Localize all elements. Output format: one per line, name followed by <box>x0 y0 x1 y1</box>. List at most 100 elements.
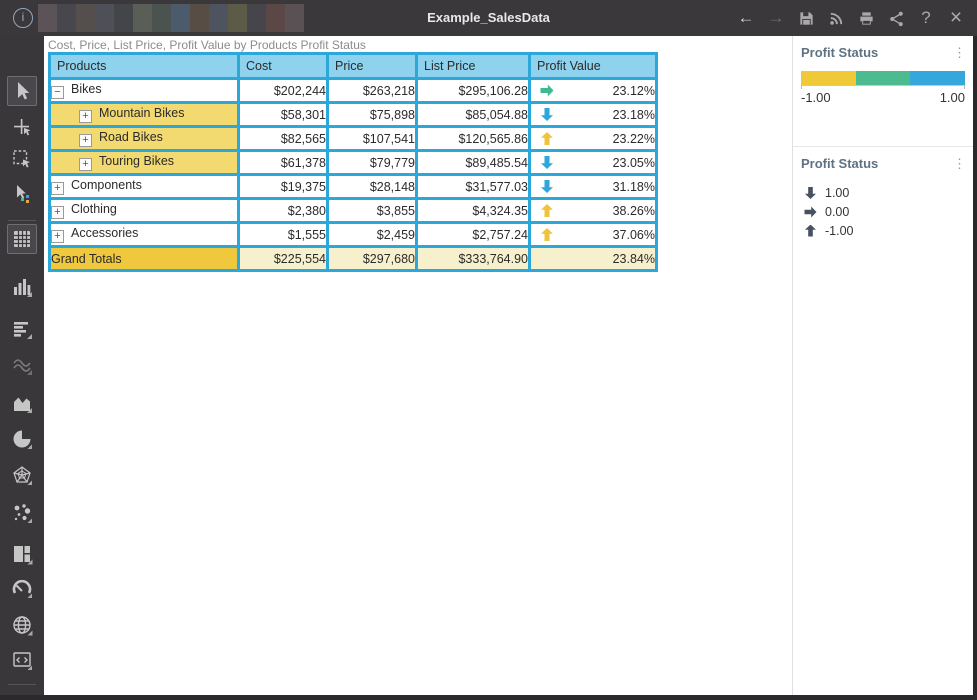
cost-cell[interactable]: $58,301 <box>240 104 326 125</box>
list-price-cell[interactable]: $2,757.24 <box>418 224 528 245</box>
expand-toggle[interactable]: + <box>79 110 92 123</box>
column-header-products[interactable]: Products <box>51 55 237 77</box>
price-cell[interactable]: $28,148 <box>329 176 415 197</box>
expand-toggle[interactable]: + <box>79 158 92 171</box>
row-label: Mountain Bikes <box>99 106 184 120</box>
table-row: +Touring Bikes $61,378 $79,779 $89,485.5… <box>51 152 655 173</box>
row-label-cell[interactable]: Grand Totals <box>51 248 237 269</box>
radar-chart-tool-icon[interactable] <box>7 460 37 490</box>
profit-cell[interactable]: 23.22% <box>531 128 655 149</box>
profit-cell[interactable]: 23.84% <box>531 248 655 269</box>
line-chart-tool-icon[interactable] <box>7 350 37 380</box>
profit-cell[interactable]: 31.18% <box>531 176 655 197</box>
row-label: Road Bikes <box>99 130 163 144</box>
share-button[interactable] <box>881 0 911 36</box>
back-button[interactable]: ← <box>731 0 761 36</box>
table-row: + Accessories $1,555 $2,459 $2,757.24 37.… <box>51 224 655 245</box>
expand-toggle[interactable]: + <box>51 182 64 195</box>
collapse-toggle[interactable]: − <box>51 86 64 99</box>
bar-chart-tool-icon[interactable] <box>7 314 37 344</box>
save-icon <box>798 10 815 27</box>
cost-cell[interactable]: $61,378 <box>240 152 326 173</box>
scatter-chart-tool-icon[interactable] <box>7 498 37 528</box>
help-button[interactable]: ? <box>911 0 941 36</box>
close-button[interactable]: × <box>941 0 971 36</box>
price-cell[interactable]: $75,898 <box>329 104 415 125</box>
ellipsis-menu-icon[interactable] <box>953 46 965 59</box>
profit-arrow-icon <box>541 228 553 241</box>
list-price-cell[interactable]: $295,106.28 <box>418 80 528 101</box>
grand-totals-row: Grand Totals $225,554 $297,680 $333,764.… <box>51 248 655 269</box>
row-label-cell[interactable]: + Clothing <box>51 200 237 221</box>
column-header-price[interactable]: Price <box>329 55 415 77</box>
profit-cell[interactable]: 37.06% <box>531 224 655 245</box>
price-cell[interactable]: $3,855 <box>329 200 415 221</box>
cost-cell[interactable]: $2,380 <box>240 200 326 221</box>
row-label: Accessories <box>71 226 138 240</box>
list-price-cell[interactable]: $4,324.35 <box>418 200 528 221</box>
row-label-cell[interactable]: + Road Bikes <box>51 128 237 149</box>
profit-cell[interactable]: 23.12% <box>531 80 655 101</box>
area-chart-tool-icon[interactable] <box>7 388 37 418</box>
list-price-cell[interactable]: $120,565.86 <box>418 128 528 149</box>
column-chart-tool-icon[interactable] <box>7 272 37 302</box>
cost-cell[interactable]: $82,565 <box>240 128 326 149</box>
gauge-tool-icon[interactable] <box>7 573 37 603</box>
row-label-cell[interactable]: + Accessories <box>51 224 237 245</box>
row-label-cell[interactable]: +Components <box>51 176 237 197</box>
profit-cell[interactable]: 23.05% <box>531 152 655 173</box>
pie-chart-tool-icon[interactable] <box>7 424 37 454</box>
marquee-select-tool-icon[interactable] <box>7 144 37 174</box>
card-title: Profit Status <box>801 156 878 171</box>
save-button[interactable] <box>791 0 821 36</box>
cost-cell[interactable]: $19,375 <box>240 176 326 197</box>
legend-segment-green <box>856 71 911 85</box>
right-arrow-icon <box>805 206 817 217</box>
image-widget-tool-icon[interactable] <box>7 645 37 675</box>
cost-cell[interactable]: $202,244 <box>240 80 326 101</box>
pivot-grid-tool-icon[interactable] <box>7 224 37 254</box>
list-price-cell[interactable]: $85,054.88 <box>418 104 528 125</box>
expand-toggle[interactable]: + <box>51 206 64 219</box>
price-cell[interactable]: $2,459 <box>329 224 415 245</box>
toolbox-sidebar <box>0 36 44 695</box>
column-header-profit-value[interactable]: Profit Value <box>531 55 655 77</box>
row-label: Clothing <box>71 202 117 216</box>
row-label-cell[interactable]: −Bikes <box>51 80 237 101</box>
print-button[interactable] <box>851 0 881 36</box>
ellipsis-menu-icon[interactable] <box>953 157 965 170</box>
legend-panel: Profit Status -1.00 1.00 Profit Status <box>792 36 973 695</box>
list-price-cell[interactable]: $89,485.54 <box>418 152 528 173</box>
price-cell[interactable]: $107,541 <box>329 128 415 149</box>
profit-value: 37.06% <box>613 228 655 242</box>
profit-cell[interactable]: 38.26% <box>531 200 655 221</box>
cost-cell[interactable]: $225,554 <box>240 248 326 269</box>
profit-value: 23.22% <box>613 132 655 146</box>
price-cell[interactable]: $297,680 <box>329 248 415 269</box>
treemap-tool-icon[interactable] <box>7 539 37 569</box>
pointer-tool-icon[interactable] <box>7 76 37 106</box>
list-price-cell[interactable]: $31,577.03 <box>418 176 528 197</box>
legend-item: -1.00 <box>805 221 965 240</box>
column-header-cost[interactable]: Cost <box>240 55 326 77</box>
price-cell[interactable]: $263,218 <box>329 80 415 101</box>
profit-cell[interactable]: 23.18% <box>531 104 655 125</box>
legend-item: 1.00 <box>805 183 965 202</box>
row-label-cell[interactable]: +Touring Bikes <box>51 152 237 173</box>
pivot-caption: Cost, Price, List Price, Profit Value by… <box>48 38 366 52</box>
profit-value: 23.18% <box>613 108 655 122</box>
expand-toggle[interactable]: + <box>51 230 64 243</box>
row-label-cell[interactable]: + Mountain Bikes <box>51 104 237 125</box>
map-globe-tool-icon[interactable] <box>7 610 37 640</box>
legend-item-label: -1.00 <box>825 224 854 238</box>
column-header-list-price[interactable]: List Price <box>418 55 528 77</box>
data-feed-button[interactable] <box>821 0 851 36</box>
price-cell[interactable]: $79,779 <box>329 152 415 173</box>
move-pointer-tool-icon[interactable] <box>7 112 37 142</box>
list-price-cell[interactable]: $333,764.90 <box>418 248 528 269</box>
pivot-table: Products Cost Price List Price Profit Va… <box>48 52 658 272</box>
multiselect-pointer-tool-icon[interactable] <box>7 178 37 208</box>
forward-button[interactable]: → <box>761 0 791 36</box>
expand-toggle[interactable]: + <box>79 134 92 147</box>
cost-cell[interactable]: $1,555 <box>240 224 326 245</box>
